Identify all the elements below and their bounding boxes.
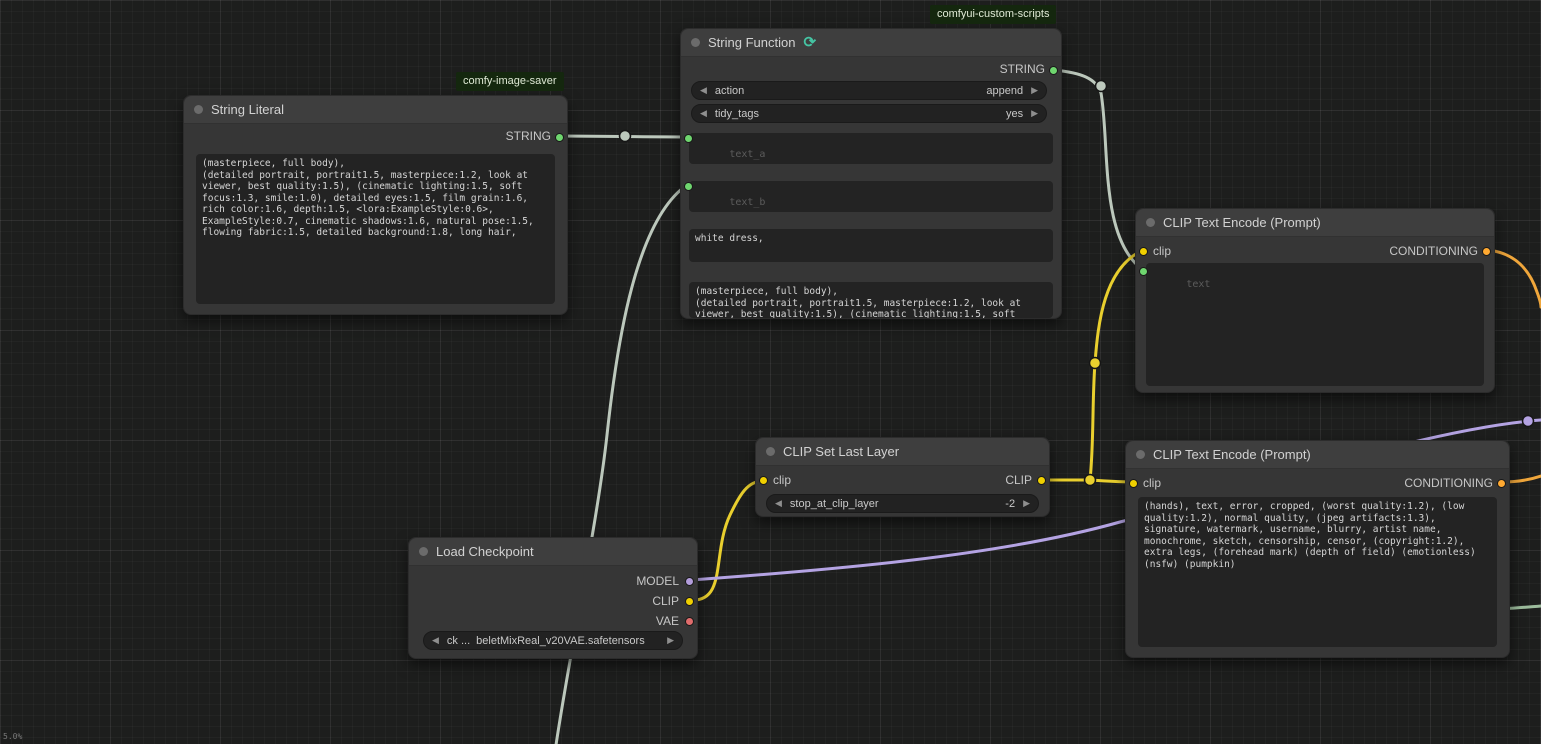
input-label-clip: clip (1153, 244, 1171, 258)
output-label-string: STRING (1000, 62, 1045, 76)
output-label-clip: CLIP (1005, 473, 1032, 487)
combo-left-arrow-icon[interactable]: ◀ (700, 109, 707, 118)
output-label-conditioning: CONDITIONING (1389, 244, 1478, 258)
output-slot-string[interactable] (555, 133, 564, 142)
wire-conditioning-top-offscreen (1488, 250, 1541, 307)
result-preview-text[interactable]: (masterpiece, full body), (detailed port… (689, 282, 1053, 318)
node-header[interactable]: CLIP Text Encode (Prompt) (1126, 441, 1509, 469)
output-label-conditioning: CONDITIONING (1404, 476, 1493, 490)
collapse-dot-icon[interactable] (1146, 218, 1155, 227)
refresh-icon[interactable]: ⟳ (803, 35, 816, 50)
node-string-function[interactable]: String Function ⟳ STRING ◀ action append… (680, 28, 1062, 319)
badge-comfy-image-saver: comfy-image-saver (456, 72, 564, 91)
output-slot-conditioning[interactable] (1482, 247, 1491, 256)
input-label-clip: clip (773, 473, 791, 487)
widget-label: ck ... (447, 635, 470, 647)
node-header[interactable]: CLIP Set Last Layer (756, 438, 1049, 466)
input-slot-clip[interactable] (759, 476, 768, 485)
wire-checkpoint-clip-to-setlayer (691, 481, 763, 600)
combo-left-arrow-icon[interactable]: ◀ (432, 636, 439, 645)
widget-value: beletMixReal_v20VAE.safetensors (476, 635, 645, 647)
node-title: CLIP Text Encode (Prompt) (1163, 215, 1321, 230)
widget-value: -2 (1005, 498, 1015, 510)
reroute-dot[interactable] (1096, 81, 1107, 92)
text-placeholder: text (1186, 279, 1210, 290)
combo-right-arrow-icon[interactable]: ▶ (1031, 86, 1038, 95)
combo-left-arrow-icon[interactable]: ◀ (775, 499, 782, 508)
text-a-placeholder: text_a (729, 149, 765, 160)
wire-string-function-to-text-input (1055, 70, 1143, 270)
ckpt-name-combo[interactable]: ◀ ck ... beletMixReal_v20VAE.safetensors… (423, 631, 683, 650)
node-title: Load Checkpoint (436, 544, 534, 559)
combo-value: append (986, 85, 1023, 97)
prompt-text-input[interactable]: text (1146, 263, 1484, 386)
node-header[interactable]: Load Checkpoint (409, 538, 697, 566)
combo-right-arrow-icon[interactable]: ▶ (667, 636, 674, 645)
node-title: String Literal (211, 102, 284, 117)
node-title: String Function (708, 35, 795, 50)
input-slot-text-b[interactable] (684, 182, 693, 191)
combo-label: action (715, 85, 986, 97)
badge-comfyui-custom-scripts: comfyui-custom-scripts (930, 5, 1056, 24)
combo-value: yes (1006, 108, 1023, 120)
output-slot-vae[interactable] (685, 617, 694, 626)
output-slot-string[interactable] (1049, 66, 1058, 75)
node-header[interactable]: String Literal (184, 96, 567, 124)
output-label-model: MODEL (636, 574, 679, 588)
output-label-string: STRING (506, 129, 551, 143)
reroute-dot[interactable] (1090, 358, 1101, 369)
node-header[interactable]: CLIP Text Encode (Prompt) (1136, 209, 1494, 237)
collapse-dot-icon[interactable] (766, 447, 775, 456)
node-clip-text-encode-bottom[interactable]: CLIP Text Encode (Prompt) clip CONDITION… (1125, 440, 1510, 658)
collapse-dot-icon[interactable] (691, 38, 700, 47)
combo-right-arrow-icon[interactable]: ▶ (1031, 109, 1038, 118)
output-slot-clip[interactable] (685, 597, 694, 606)
combo-left-arrow-icon[interactable]: ◀ (700, 86, 707, 95)
combo-right-arrow-icon[interactable]: ▶ (1023, 499, 1030, 508)
output-slot-clip[interactable] (1037, 476, 1046, 485)
stop-at-clip-layer-widget[interactable]: ◀ stop_at_clip_layer -2 ▶ (766, 494, 1039, 513)
input-label-clip: clip (1143, 476, 1161, 490)
node-load-checkpoint[interactable]: Load Checkpoint MODEL CLIP VAE ◀ ck ... … (408, 537, 698, 659)
reroute-dot[interactable] (620, 131, 631, 142)
collapse-dot-icon[interactable] (1136, 450, 1145, 459)
node-string-literal[interactable]: String Literal STRING (masterpiece, full… (183, 95, 568, 315)
node-header[interactable]: String Function ⟳ (681, 29, 1061, 57)
node-clip-text-encode-top[interactable]: CLIP Text Encode (Prompt) clip CONDITION… (1135, 208, 1495, 393)
output-slot-conditioning[interactable] (1497, 479, 1506, 488)
text-b-placeholder: text_b (729, 197, 765, 208)
text-b-input[interactable]: text_b (689, 181, 1053, 212)
combo-label: tidy_tags (715, 108, 1006, 120)
wire-offscreen-to-text-b (556, 185, 687, 744)
widget-label: stop_at_clip_layer (790, 498, 1005, 510)
collapse-dot-icon[interactable] (419, 547, 428, 556)
text-a-input[interactable]: text_a (689, 133, 1053, 164)
action-combo[interactable]: ◀ action append ▶ (691, 81, 1047, 100)
input-slot-text[interactable] (1139, 267, 1148, 276)
reroute-dot[interactable] (1085, 475, 1096, 486)
input-slot-text-a[interactable] (684, 134, 693, 143)
output-slot-model[interactable] (685, 577, 694, 586)
tidy-tags-combo[interactable]: ◀ tidy_tags yes ▶ (691, 104, 1047, 123)
collapse-dot-icon[interactable] (194, 105, 203, 114)
node-clip-set-last-layer[interactable]: CLIP Set Last Layer clip CLIP ◀ stop_at_… (755, 437, 1050, 517)
input-slot-clip[interactable] (1139, 247, 1148, 256)
node-graph-canvas[interactable]: comfy-image-saver comfyui-custom-scripts… (0, 0, 1541, 744)
input-slot-clip[interactable] (1129, 479, 1138, 488)
reroute-dot[interactable] (1523, 416, 1534, 427)
output-label-clip: CLIP (652, 594, 679, 608)
node-title: CLIP Text Encode (Prompt) (1153, 447, 1311, 462)
text-c-input[interactable]: white dress, (689, 229, 1053, 262)
string-literal-text-input[interactable]: (masterpiece, full body), (detailed port… (196, 154, 555, 304)
node-title: CLIP Set Last Layer (783, 444, 899, 459)
output-label-vae: VAE (656, 614, 679, 628)
negative-prompt-text-input[interactable]: (hands), text, error, cropped, (worst qu… (1138, 497, 1497, 647)
zoom-indicator: 5.0% (3, 732, 22, 741)
